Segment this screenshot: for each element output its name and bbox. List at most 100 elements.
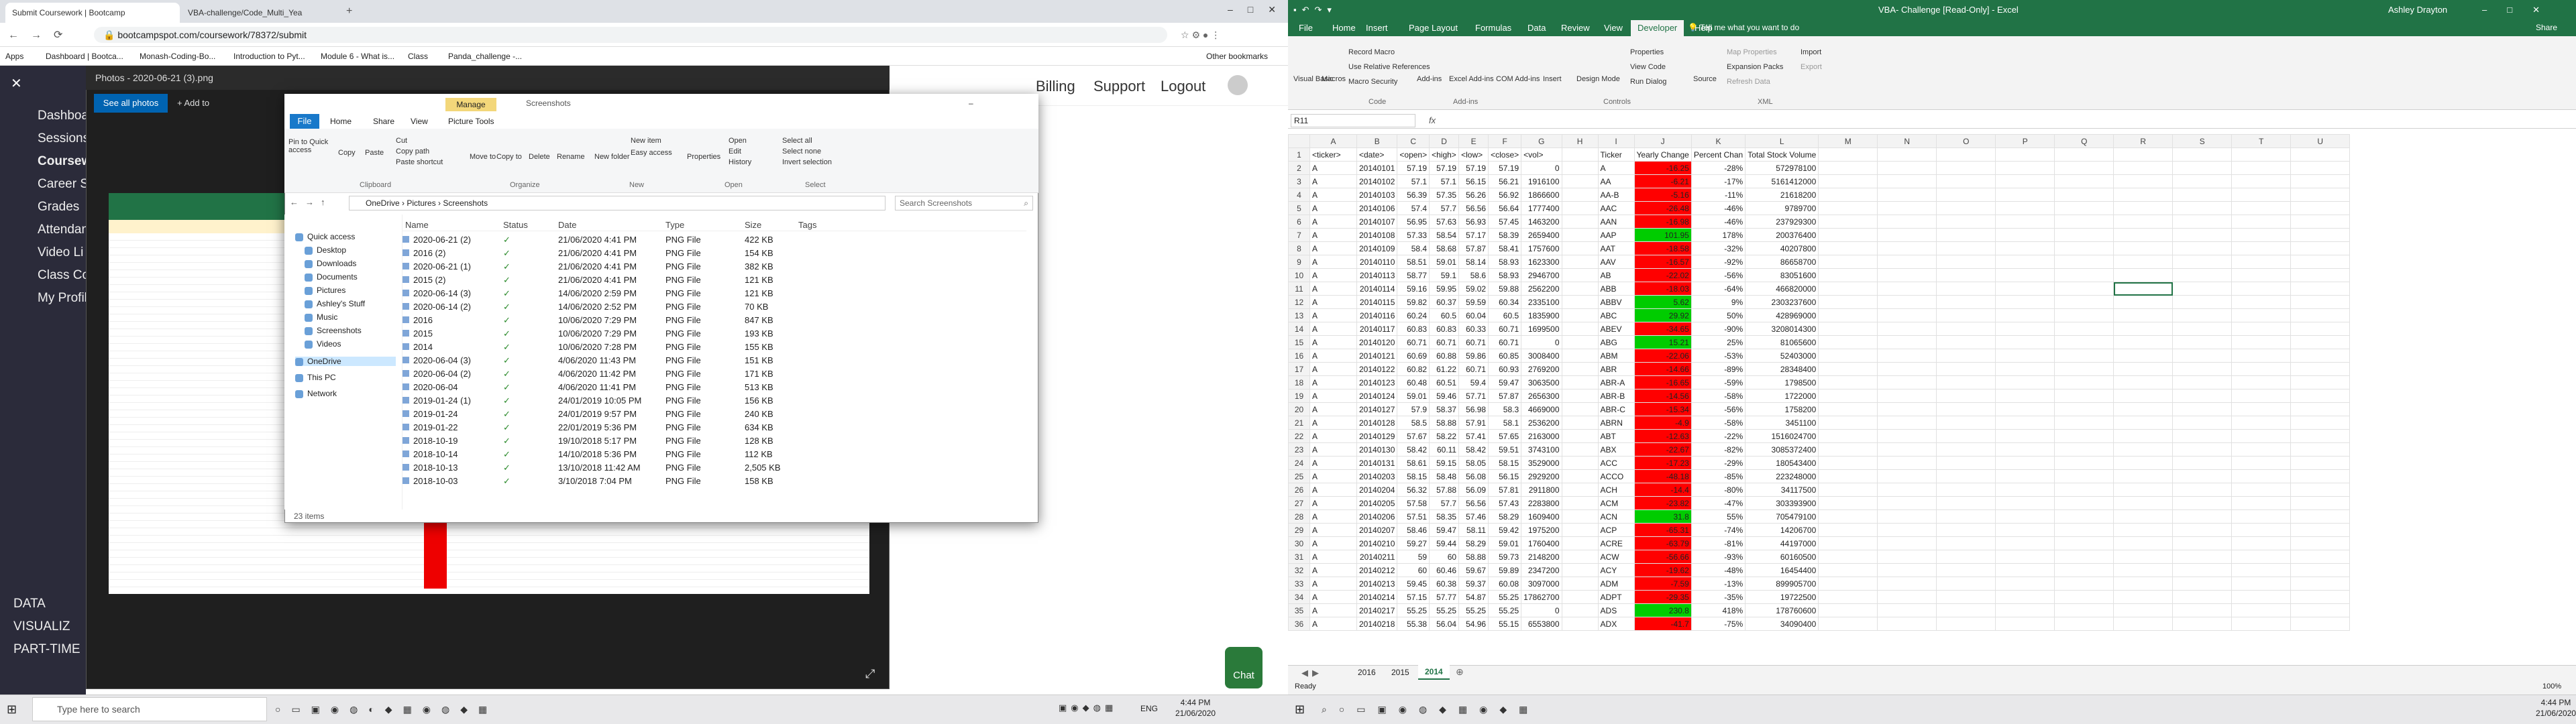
macro-security-button[interactable]: Macro Security	[1348, 78, 1397, 86]
cell[interactable]	[2231, 188, 2292, 202]
cell[interactable]: A	[1309, 282, 1357, 296]
cell[interactable]: -64%	[1690, 282, 1746, 296]
cell[interactable]	[2172, 322, 2233, 336]
column-header[interactable]: I	[1597, 134, 1635, 148]
sheet-tab-2014[interactable]: 2014	[1418, 665, 1450, 680]
column-header[interactable]: A	[1309, 134, 1357, 148]
cell[interactable]: 56.64	[1488, 201, 1522, 215]
cell[interactable]: 230.8	[1633, 603, 1692, 617]
cell[interactable]	[1936, 509, 1996, 524]
row-header[interactable]: 29	[1288, 523, 1310, 537]
cell[interactable]	[2054, 416, 2114, 430]
cell[interactable]: -16.98	[1633, 215, 1692, 229]
cell[interactable]: AA-B	[1597, 188, 1635, 202]
cell[interactable]: ABB	[1597, 282, 1635, 296]
file-row[interactable]: ✓ 2018-10-19 19/10/2018 5:17 PM PNG File 128…	[402, 434, 1026, 447]
cell[interactable]	[1936, 362, 1996, 376]
cell[interactable]: -34.65	[1633, 322, 1692, 336]
cell[interactable]	[2290, 349, 2351, 363]
cell[interactable]: AAP	[1597, 228, 1635, 242]
tray-lang[interactable]: ENG	[1140, 704, 1158, 713]
cell[interactable]	[2054, 442, 2114, 457]
cell[interactable]	[1877, 456, 1937, 470]
cell[interactable]: 20140128	[1356, 416, 1398, 430]
cell[interactable]: 57.63	[1429, 215, 1460, 229]
cell[interactable]: -22.06	[1633, 349, 1692, 363]
tray-clock-2[interactable]: 4:44 PM 21/06/2020	[2536, 697, 2576, 719]
cell[interactable]	[2290, 375, 2351, 389]
row-header[interactable]: 26	[1288, 483, 1310, 497]
cell[interactable]: -58%	[1690, 389, 1746, 403]
cell[interactable]	[2054, 241, 2114, 255]
cell[interactable]	[1995, 201, 2055, 215]
cell[interactable]	[2172, 590, 2233, 604]
file-row[interactable]: ✓ 2019-01-24 24/01/2019 9:57 PM PNG File 240…	[402, 408, 1026, 420]
cell[interactable]	[1877, 402, 1937, 416]
cell[interactable]	[1936, 496, 1996, 510]
cell[interactable]: 40207800	[1745, 241, 1819, 255]
cell[interactable]	[1877, 308, 1937, 322]
cell[interactable]: ABX	[1597, 442, 1635, 457]
cell[interactable]: 20140203	[1356, 469, 1398, 483]
cell[interactable]	[1936, 241, 1996, 255]
row-header[interactable]: 27	[1288, 496, 1310, 510]
column-header[interactable]: K	[1690, 134, 1746, 148]
cell[interactable]	[1818, 442, 1878, 457]
cell[interactable]	[1561, 161, 1599, 175]
cell[interactable]: ABRN	[1597, 416, 1635, 430]
cell[interactable]: 59.37	[1458, 577, 1489, 591]
cell[interactable]: 57.33	[1397, 228, 1430, 242]
col-date[interactable]: Date	[558, 219, 576, 231]
excel-user[interactable]: Ashley Drayton	[2388, 0, 2447, 20]
cell[interactable]: 55.25	[1488, 590, 1522, 604]
cell[interactable]	[2290, 228, 2351, 242]
cell[interactable]	[1995, 456, 2055, 470]
nav-buttons[interactable]: ←→⟳	[8, 28, 74, 42]
column-header[interactable]: F	[1488, 134, 1522, 148]
see-all-photos-button[interactable]: See all photos	[94, 94, 168, 113]
cell[interactable]	[1877, 523, 1937, 537]
cell[interactable]: 56.15	[1488, 469, 1522, 483]
row-header[interactable]: 2	[1288, 161, 1310, 175]
cell[interactable]: ACN	[1597, 509, 1635, 524]
column-header[interactable]: J	[1633, 134, 1692, 148]
cell[interactable]	[1936, 416, 1996, 430]
cell[interactable]	[2172, 147, 2233, 162]
cell[interactable]	[1818, 362, 1878, 376]
cell[interactable]: 57.1	[1397, 174, 1430, 188]
row-header[interactable]: 33	[1288, 577, 1310, 591]
cell[interactable]: ABR-A	[1597, 375, 1635, 389]
cell[interactable]: ABT	[1597, 429, 1635, 443]
cell[interactable]	[2113, 442, 2174, 457]
cell[interactable]: 20140108	[1356, 228, 1398, 242]
extension-icons[interactable]: ☆ ⚙ ● ⋮	[1181, 29, 1220, 41]
cell[interactable]: 58.93	[1488, 255, 1522, 269]
cell[interactable]: 57.77	[1429, 590, 1460, 604]
address-bar[interactable]: 🔒 bootcampspot.com/coursework/78372/subm…	[94, 27, 1167, 43]
cell[interactable]	[2290, 469, 2351, 483]
copy-to-button[interactable]: Copy to	[496, 153, 522, 161]
cell[interactable]: 57.81	[1488, 483, 1522, 497]
edit-button[interactable]: Edit	[729, 147, 741, 156]
cell[interactable]	[1995, 617, 2055, 631]
cell[interactable]: 59.16	[1397, 282, 1430, 296]
cell[interactable]: 60.38	[1429, 577, 1460, 591]
cell[interactable]: 56.21	[1488, 174, 1522, 188]
cell[interactable]: 57.17	[1458, 228, 1489, 242]
cell[interactable]	[1561, 442, 1599, 457]
row-header[interactable]: 31	[1288, 550, 1310, 564]
share-button[interactable]: Share	[2536, 23, 2557, 32]
new-item-button[interactable]: New item	[631, 137, 661, 145]
cell[interactable]	[1877, 375, 1937, 389]
cell[interactable]	[1877, 215, 1937, 229]
row-header[interactable]: 30	[1288, 536, 1310, 550]
row-header[interactable]: 15	[1288, 335, 1310, 349]
explorer-search-input[interactable]: Search Screenshots ⌕	[895, 196, 1033, 210]
cell[interactable]: 9789700	[1745, 201, 1819, 215]
cell[interactable]: 55%	[1690, 509, 1746, 524]
cell[interactable]: -22%	[1690, 429, 1746, 443]
column-header[interactable]: B	[1356, 134, 1398, 148]
cell[interactable]	[2231, 483, 2292, 497]
row-header[interactable]: 18	[1288, 375, 1310, 389]
explorer-address-bar[interactable]: OneDrive › Pictures › Screenshots	[349, 196, 885, 210]
